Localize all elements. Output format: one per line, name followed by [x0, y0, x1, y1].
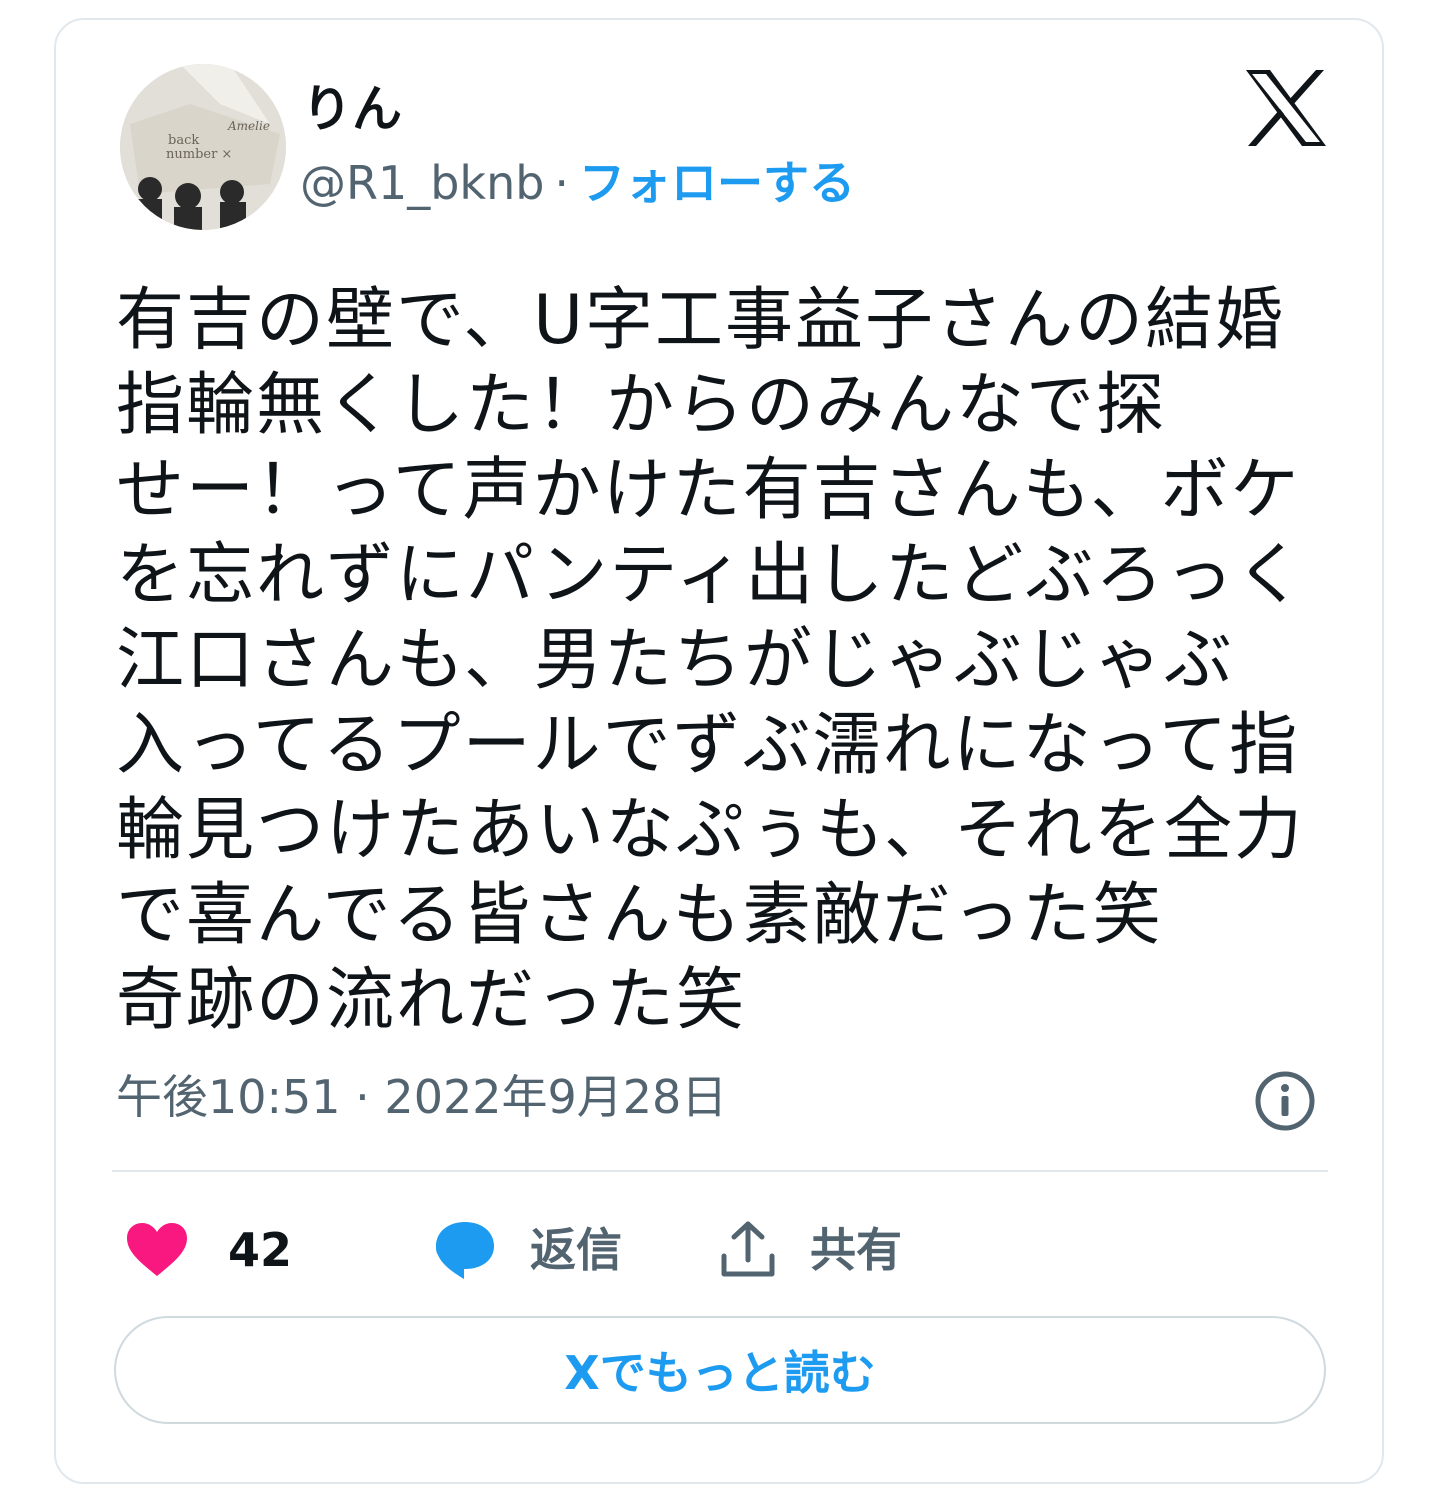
divider	[112, 1170, 1328, 1172]
x-logo-icon[interactable]	[1246, 70, 1326, 146]
reply-button[interactable]: 返信	[434, 1210, 622, 1290]
separator-dot: ·	[554, 156, 570, 210]
like-button[interactable]: 42	[126, 1210, 292, 1290]
display-name[interactable]: りん	[302, 84, 402, 134]
share-button[interactable]: 共有	[720, 1210, 902, 1290]
action-bar: 42 返信 共有	[126, 1210, 1326, 1290]
avatar[interactable]: back number × Amelie	[120, 64, 286, 230]
reply-label: 返信	[530, 1223, 622, 1277]
svg-text:back: back	[168, 133, 199, 148]
like-count: 42	[228, 1223, 293, 1277]
svg-text:number ×: number ×	[166, 147, 232, 162]
handle-row: @R1_bknb · フォローする	[300, 160, 855, 206]
svg-text:Amelie: Amelie	[227, 119, 270, 133]
speech-bubble-icon	[436, 1222, 494, 1279]
share-upload-icon	[721, 1221, 775, 1277]
read-more-button[interactable]: Xでもっと読む	[114, 1316, 1326, 1424]
info-icon[interactable]	[1254, 1070, 1316, 1132]
avatar-image: back number × Amelie	[120, 64, 286, 230]
follow-button[interactable]: フォローする	[579, 156, 855, 210]
share-label: 共有	[810, 1223, 902, 1277]
tweet-text: 有吉の壁で、U字工事益子さんの結婚 指輪無くした！からのみんなで探 せー！って声…	[116, 281, 1306, 1040]
heart-icon	[127, 1223, 187, 1276]
tweet-timestamp[interactable]: 午後10:51 · 2022年9月28日	[116, 1074, 727, 1120]
user-handle[interactable]: @R1_bknb	[300, 156, 544, 210]
tweet-card: back number × Amelie りん @R1_bknb · フォローする …	[54, 18, 1384, 1484]
